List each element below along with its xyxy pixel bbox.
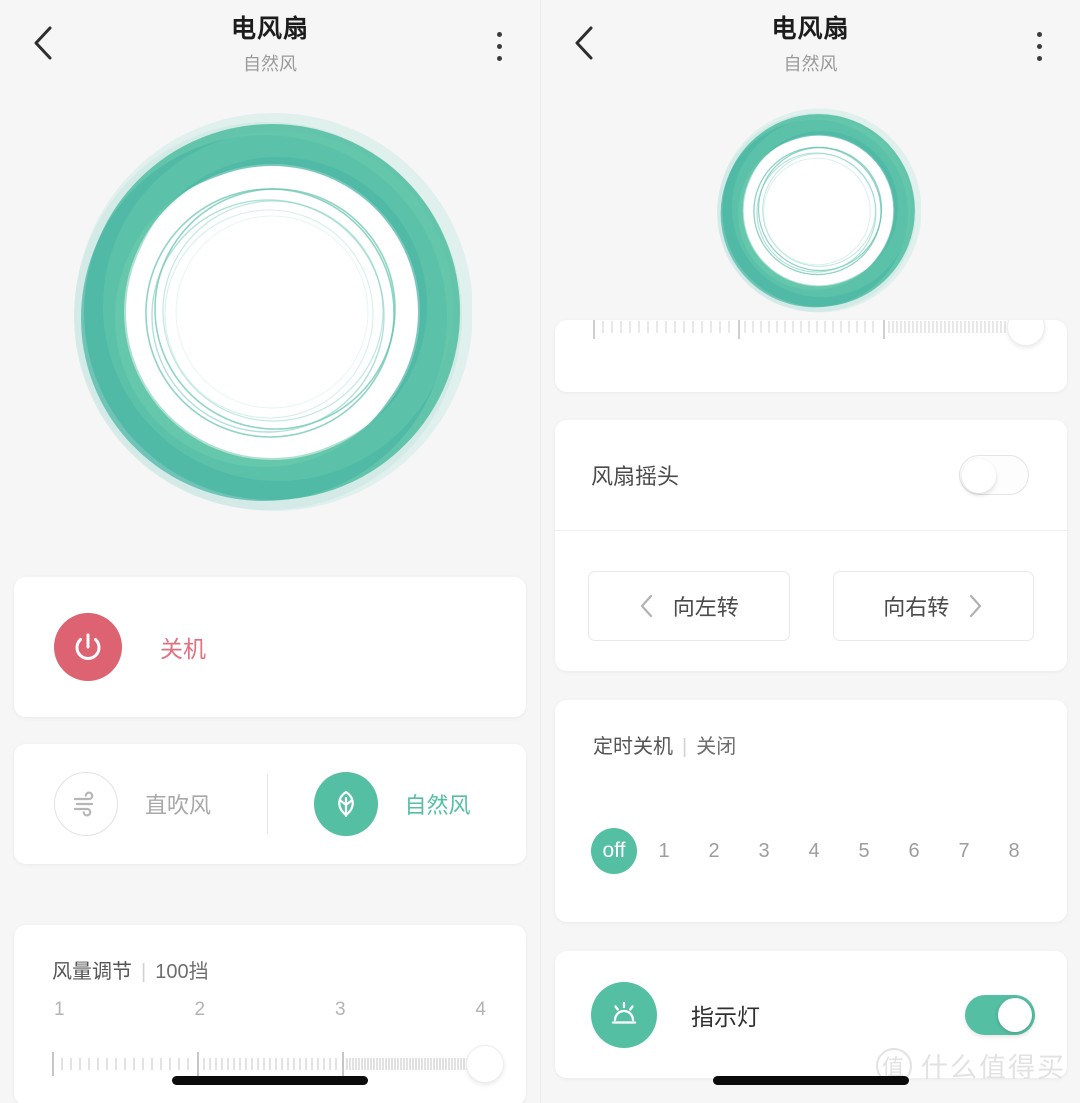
timer-card-heading: 定时关机 | 关闭	[555, 700, 1067, 759]
rotate-left-label: 向左转	[672, 595, 739, 620]
indicator-light-toggle[interactable]	[965, 994, 1035, 1035]
page-title: 电风扇	[230, 15, 309, 43]
toggle-knob	[962, 459, 996, 493]
scale-label-1: 1	[54, 999, 65, 1020]
scale-label-3: 3	[334, 999, 346, 1020]
timer-card: 定时关机 | 关闭 off 1 2 3 4 5 6 7 8	[555, 700, 1067, 922]
home-indicator-left	[172, 1076, 368, 1085]
speed-card-partial	[555, 320, 1067, 392]
fan-ring-svg	[74, 113, 472, 511]
speed-separator: |	[141, 961, 147, 983]
timer-title: 定时关机	[593, 736, 673, 758]
toggle-knob	[998, 997, 1032, 1032]
rotate-right-button[interactable]: 向右转	[832, 571, 1034, 641]
page-subtitle: 自然风	[243, 54, 297, 74]
mode-row: 直吹风 自然风	[14, 744, 526, 864]
speed-tick-scale[interactable]	[52, 1049, 492, 1079]
wind-icon	[54, 772, 118, 836]
speed-slider-knob[interactable]	[466, 1045, 504, 1083]
rotate-button-row: 向左转 向右转	[555, 571, 1067, 641]
timer-option-2[interactable]: 2	[691, 828, 737, 874]
power-icon[interactable]	[54, 613, 122, 681]
rotate-left-button[interactable]: 向左转	[588, 571, 790, 641]
header-title-block-right: 电风扇 自然风	[541, 12, 1080, 79]
header-title-block: 电风扇 自然风	[0, 12, 540, 79]
timer-option-1[interactable]: 1	[641, 828, 687, 874]
left-phone-screen: 电风扇 自然风 关机 直吹风 自然风 风量调节 | 100挡 1 2 3 4	[0, 0, 540, 1103]
mode-label-direct: 直吹风	[145, 793, 212, 818]
timer-option-list: off 1 2 3 4 5 6 7 8	[591, 828, 1037, 874]
timer-option-6[interactable]: 6	[891, 828, 937, 874]
mode-option-direct[interactable]: 直吹风	[14, 772, 267, 836]
oscillation-toggle[interactable]	[959, 455, 1029, 495]
chevron-left-icon	[639, 593, 655, 619]
timer-option-3[interactable]: 3	[741, 828, 787, 874]
app-header-left: 电风扇 自然风	[0, 0, 540, 100]
chevron-right-icon	[967, 593, 983, 619]
fan-ring-visual-left	[72, 112, 472, 512]
timer-option-5[interactable]: 5	[841, 828, 887, 874]
mode-label-natural: 自然风	[404, 793, 471, 818]
timer-separator: |	[682, 736, 688, 758]
speed-card-heading: 风量调节 | 100挡	[14, 925, 526, 984]
timer-option-8[interactable]: 8	[991, 828, 1037, 874]
page-subtitle-right: 自然风	[783, 54, 838, 74]
fan-ring-visual-right	[716, 98, 921, 323]
timer-option-off[interactable]: off	[591, 828, 637, 874]
fan-ring-svg-right	[717, 108, 921, 313]
oscillation-divider	[555, 530, 1067, 531]
speed-title: 风量调节	[52, 961, 132, 983]
app-header-right: 电风扇 自然风	[541, 0, 1080, 100]
oscillation-label: 风扇摇头	[591, 464, 680, 489]
indicator-light-label: 指示灯	[691, 1003, 760, 1030]
speed-value: 100挡	[155, 961, 209, 983]
indicator-light-icon	[591, 981, 657, 1048]
home-indicator-right	[712, 1076, 909, 1085]
oscillation-card: 风扇摇头 向左转 向右转	[555, 420, 1067, 671]
timer-option-4[interactable]: 4	[791, 828, 837, 874]
dual-screenshot-container: 电风扇 自然风 关机 直吹风 自然风 风量调节 | 100挡 1 2 3 4 电…	[0, 0, 1080, 1103]
mode-card: 直吹风 自然风	[14, 744, 526, 864]
power-card[interactable]: 关机	[14, 577, 526, 717]
timer-value: 关闭	[696, 736, 737, 758]
watermark-text: 什么值得买	[921, 1053, 1066, 1083]
rotate-right-label: 向右转	[883, 595, 950, 620]
leaf-icon	[313, 772, 378, 836]
kebab-menu-icon[interactable]	[482, 26, 516, 66]
power-row[interactable]: 关机	[14, 577, 526, 717]
right-phone-screen: 电风扇 自然风 风扇摇头 向左转 向右转 定时关机 | 关闭 off 1 2 3…	[540, 0, 1080, 1103]
scale-label-4: 4	[475, 999, 486, 1020]
power-label: 关机	[160, 636, 206, 662]
kebab-menu-icon-right[interactable]	[1022, 26, 1056, 66]
speed-scale-labels: 1 2 3 4	[54, 999, 486, 1021]
scale-label-2: 2	[194, 999, 206, 1020]
speed-tick-scale-partial[interactable]	[593, 320, 1033, 342]
timer-option-7[interactable]: 7	[941, 828, 987, 874]
oscillation-toggle-row[interactable]: 风扇摇头	[555, 420, 1067, 530]
speed-slider-knob-partial[interactable]	[1007, 320, 1045, 346]
mode-option-natural[interactable]: 自然风	[268, 772, 527, 836]
page-title-right: 电风扇	[771, 15, 850, 43]
